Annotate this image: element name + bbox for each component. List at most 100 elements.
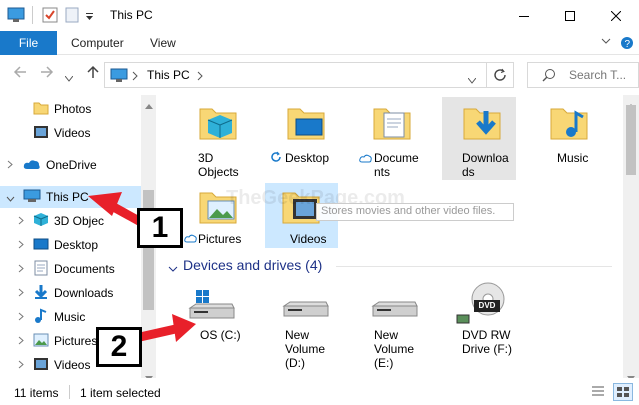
properties-icon[interactable] [42, 7, 58, 26]
nav-item-label: Downloads [54, 286, 114, 300]
nav-item-videos[interactable]: Videos [33, 354, 90, 376]
scrollbar-thumb[interactable] [626, 105, 636, 175]
breadcrumb-chevron-icon[interactable] [132, 70, 138, 84]
tab-file[interactable]: File [0, 31, 57, 55]
customize-dropdown-icon[interactable] [86, 10, 94, 24]
cloud-status-icon [184, 232, 197, 246]
nav-item-downloads[interactable]: Downloads [33, 282, 113, 304]
computer-icon [110, 68, 128, 86]
nav-item-label: Pictures [54, 334, 98, 348]
forward-arrow-icon[interactable] [40, 65, 54, 83]
music-folder-icon [549, 103, 589, 146]
tab-view[interactable]: View [150, 36, 176, 50]
folder-label: Videos [290, 232, 327, 246]
drive-f-dvd[interactable]: DVD DVD RW Drive (F:) [456, 281, 526, 361]
breadcrumb-chevron-icon[interactable] [197, 70, 203, 84]
documents-icon [33, 260, 49, 279]
drive-e[interactable]: New Volume (E:) [371, 300, 441, 370]
up-arrow-icon[interactable] [86, 65, 100, 83]
nav-item-videos-quick[interactable]: Videos [33, 122, 90, 144]
refresh-icon[interactable] [493, 68, 507, 85]
nav-item-3d-objects[interactable]: 3D Objec [33, 210, 104, 232]
expand-chevron-icon[interactable] [18, 264, 24, 275]
music-icon [33, 308, 49, 327]
divider [486, 63, 487, 87]
computer-icon [23, 189, 41, 206]
drive-label: (D:) [285, 356, 305, 370]
dvd-badge: DVD [474, 300, 500, 312]
expand-chevron-icon[interactable] [18, 312, 24, 323]
folder-desktop[interactable]: Desktop [270, 103, 340, 181]
scroll-down-icon[interactable] [627, 370, 635, 378]
nav-item-desktop[interactable]: Desktop [33, 234, 98, 256]
expand-chevron-icon[interactable] [18, 240, 24, 251]
drive-d[interactable]: New Volume (D:) [282, 300, 352, 370]
content-scrollbar[interactable] [623, 95, 639, 378]
drive-label: Volume [285, 342, 326, 356]
tab-computer[interactable]: Computer [71, 36, 124, 50]
nav-item-this-pc[interactable]: This PC [23, 186, 89, 208]
expand-chevron-icon[interactable] [7, 160, 13, 171]
drive-label: Drive (F:) [462, 342, 512, 356]
expand-chevron-icon[interactable] [18, 216, 24, 227]
nav-item-pictures[interactable]: Pictures [33, 330, 97, 352]
chevron-down-icon[interactable] [601, 36, 611, 49]
large-icons-view-icon[interactable] [613, 383, 633, 401]
folder-label: Downloa [462, 151, 509, 165]
expand-chevron-icon[interactable] [18, 360, 24, 371]
help-icon[interactable]: ? [620, 36, 634, 53]
drive-c[interactable]: OS (C:) [188, 290, 258, 350]
expand-chevron-icon[interactable] [18, 336, 24, 347]
cloud-status-icon [359, 152, 372, 166]
nav-item-photos[interactable]: Photos [33, 98, 91, 120]
nav-item-music[interactable]: Music [33, 306, 85, 328]
address-bar[interactable]: This PC [104, 62, 514, 88]
close-button[interactable] [593, 0, 639, 31]
folder-3d-objects[interactable]: 3D Objects [198, 103, 268, 181]
windows-drive-icon [188, 290, 236, 329]
computer-icon[interactable] [7, 7, 25, 26]
callout-badge-2: 2 [96, 327, 142, 367]
expand-chevron-icon[interactable] [18, 288, 24, 299]
details-view-icon[interactable] [591, 384, 605, 401]
title-bar: This PC [0, 0, 639, 31]
nav-item-label: Music [54, 310, 86, 324]
drive-label: DVD RW [462, 328, 511, 342]
documents-folder-icon [372, 103, 412, 146]
drive-label: New [374, 328, 399, 342]
pictures-icon [33, 333, 49, 350]
recent-locations-chevron-icon[interactable] [64, 69, 74, 86]
folder-label: 3D [198, 151, 214, 165]
search-placeholder: Search T... [569, 68, 627, 82]
folder-downloads[interactable]: Downloa ds [462, 103, 522, 181]
drive-label: (E:) [374, 356, 394, 370]
folder-label: ds [462, 165, 475, 179]
drive-label: New [285, 328, 310, 342]
breadcrumb[interactable]: This PC [147, 68, 190, 82]
collapse-chevron-icon[interactable] [168, 261, 178, 275]
folder-music[interactable]: Music [549, 103, 609, 181]
onedrive-cloud-icon [23, 158, 41, 173]
scroll-up-icon[interactable] [145, 98, 153, 112]
nav-item-label: This PC [46, 190, 89, 204]
search-input[interactable]: Search T... [527, 62, 639, 88]
file-list-area: 3D Objects Desktop Docume nts Downloa ds [156, 95, 639, 378]
drive-label: OS (C:) [200, 328, 241, 342]
group-header-devices[interactable]: Devices and drives (4) [183, 257, 322, 273]
nav-item-documents[interactable]: Documents [33, 258, 115, 280]
drive-icon [456, 313, 470, 327]
maximize-button[interactable] [547, 0, 593, 31]
folder-label: Objects [198, 165, 239, 179]
nav-item-onedrive[interactable]: OneDrive [23, 154, 97, 176]
collapse-chevron-icon[interactable] [6, 194, 15, 204]
back-arrow-icon[interactable] [13, 65, 27, 83]
divider [32, 6, 34, 27]
desktop-icon [33, 237, 49, 254]
new-folder-icon[interactable] [64, 7, 80, 26]
minimize-button[interactable] [501, 0, 547, 31]
nav-item-label: Videos [54, 358, 91, 372]
divider [69, 385, 70, 399]
folder-documents[interactable]: Docume nts [359, 103, 429, 181]
address-dropdown-icon[interactable] [467, 73, 477, 87]
folder-label: Desktop [285, 151, 330, 165]
